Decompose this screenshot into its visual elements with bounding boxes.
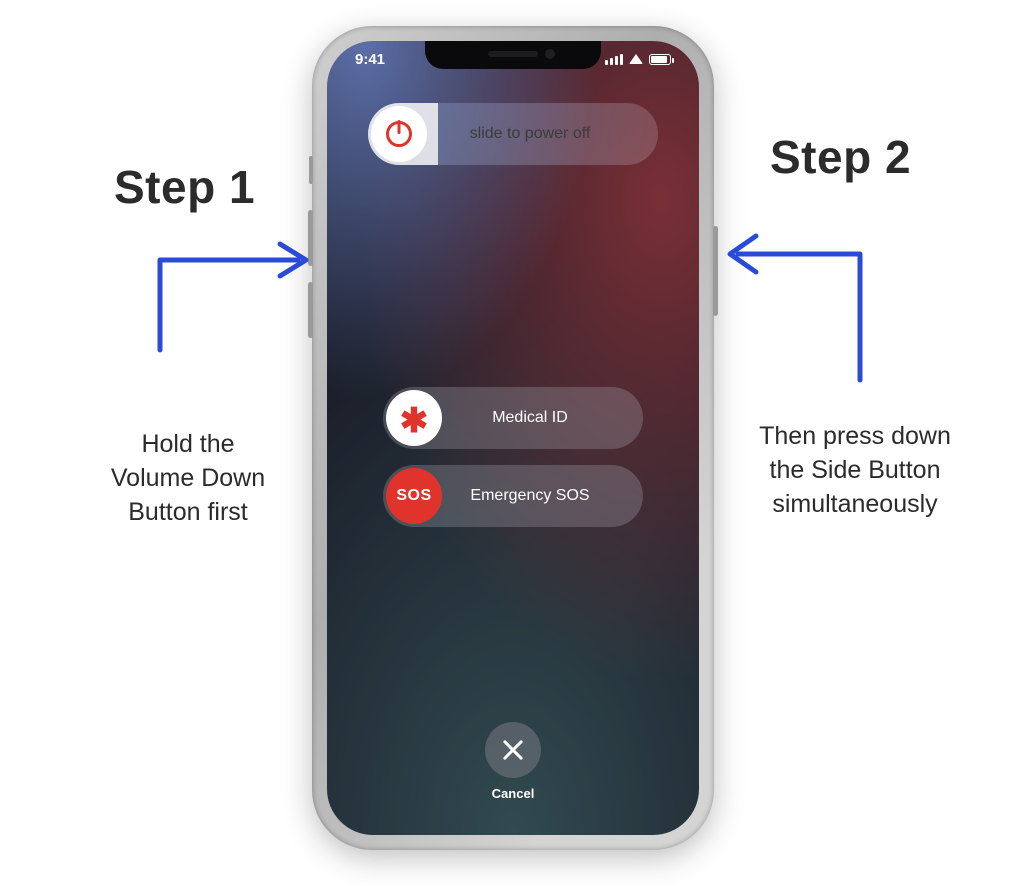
medical-id-slider[interactable]: ✱ Medical ID (383, 387, 643, 449)
sos-knob[interactable]: SOS (386, 468, 442, 524)
battery-icon (649, 54, 671, 65)
medical-icon: ✱ (400, 404, 429, 438)
step2-title: Step 2 (770, 130, 911, 184)
power-off-label: slide to power off (430, 125, 658, 143)
step2-arrow (720, 200, 890, 390)
medical-id-label: Medical ID (445, 409, 643, 427)
medical-id-knob[interactable]: ✱ (386, 390, 442, 446)
phone: 9:41 slide to power off ✱ Medical ID SO (312, 26, 714, 850)
cellular-icon (605, 54, 623, 65)
step1-body: Hold the Volume Down Button first (88, 428, 288, 529)
step2-body: Then press down the Side Button simultan… (740, 420, 970, 521)
emergency-sos-slider[interactable]: SOS Emergency SOS (383, 465, 643, 527)
cancel-group: Cancel (485, 722, 541, 801)
wifi-icon (629, 54, 643, 64)
mute-switch[interactable] (309, 156, 313, 184)
status-time: 9:41 (355, 51, 385, 68)
power-off-slider[interactable]: slide to power off (368, 103, 658, 165)
sos-label: Emergency SOS (445, 487, 643, 505)
phone-screen: 9:41 slide to power off ✱ Medical ID SO (327, 41, 699, 835)
step1-arrow (130, 230, 320, 360)
cancel-button[interactable] (485, 722, 541, 778)
sos-icon-text: SOS (396, 487, 431, 505)
side-button[interactable] (713, 226, 718, 316)
power-off-knob[interactable] (371, 106, 427, 162)
status-bar: 9:41 (327, 51, 699, 68)
close-icon (501, 738, 525, 762)
step1-title: Step 1 (114, 160, 255, 214)
power-icon (386, 121, 412, 147)
cancel-label: Cancel (492, 786, 535, 801)
status-right (605, 51, 671, 68)
